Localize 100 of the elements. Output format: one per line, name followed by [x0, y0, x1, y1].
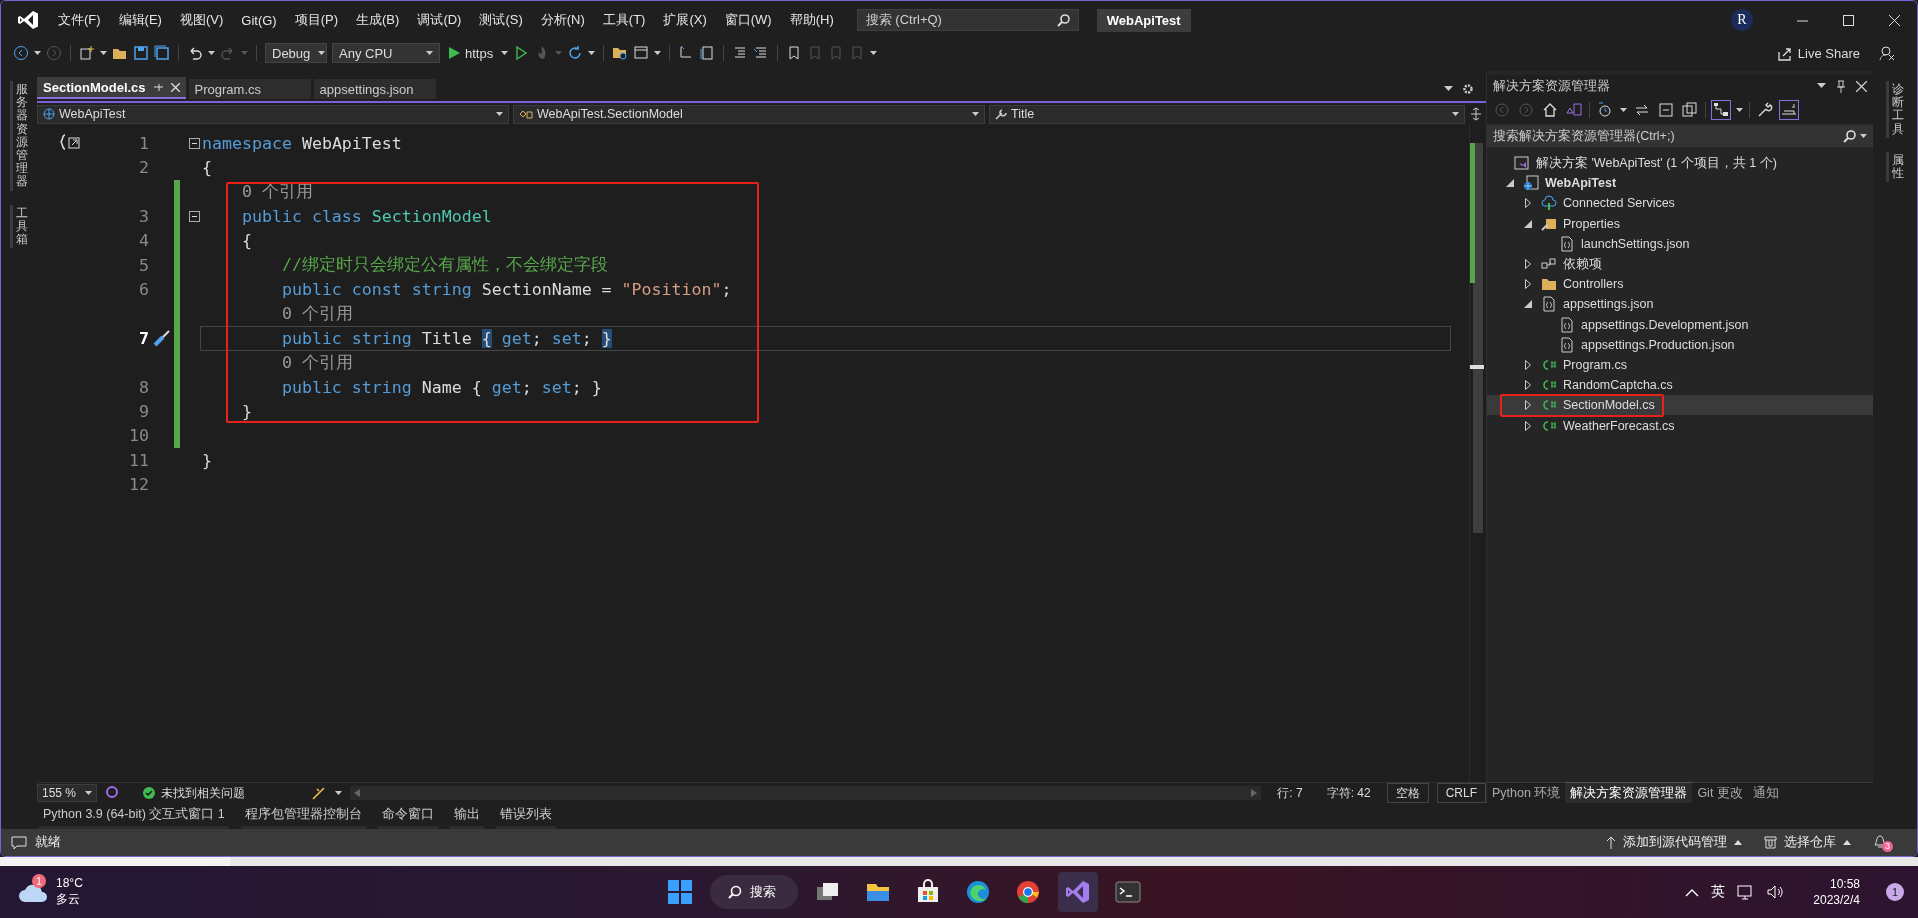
- caret-icon[interactable]: [426, 51, 433, 55]
- menu-item[interactable]: 文件(F): [49, 7, 110, 33]
- document-tab[interactable]: appsettings.json: [313, 79, 436, 99]
- tree-item[interactable]: Controllers: [1487, 274, 1873, 295]
- edge-browser-icon[interactable]: [965, 879, 992, 905]
- menu-item[interactable]: 编辑(E): [109, 7, 171, 33]
- menu-item[interactable]: 窗口(W): [715, 7, 781, 33]
- add-to-source-control-button[interactable]: 添加到源代码管理: [1606, 834, 1742, 851]
- platform-dropdown[interactable]: Any CPU: [332, 43, 440, 63]
- menu-item[interactable]: 工具(T): [593, 7, 655, 33]
- codelens-references[interactable]: 0 个引用: [281, 351, 353, 374]
- collapsed-arrow-icon[interactable]: [1524, 259, 1531, 270]
- pin-icon[interactable]: [1836, 79, 1846, 93]
- issues-status[interactable]: 未找到相关问题: [161, 784, 245, 802]
- menu-item[interactable]: 帮助(H): [780, 7, 843, 33]
- pin-icon[interactable]: [153, 82, 163, 92]
- tree-item[interactable]: 解决方案 'WebApiTest' (1 个项目，共 1 个): [1487, 153, 1873, 174]
- visual-studio-icon[interactable]: [1065, 879, 1092, 905]
- panel-tab[interactable]: 解决方案资源管理器: [1565, 782, 1693, 804]
- notification-count[interactable]: 1: [1886, 883, 1904, 901]
- save-icon[interactable]: [133, 45, 149, 61]
- side-tool-tab[interactable]: 诊断工具: [1886, 81, 1904, 138]
- show-all-files-icon[interactable]: [1681, 101, 1699, 119]
- expanded-arrow-icon[interactable]: [1505, 179, 1514, 188]
- expanded-arrow-icon[interactable]: [1523, 219, 1532, 228]
- member-dropdown[interactable]: Title: [989, 104, 1465, 124]
- taskbar-search[interactable]: 搜索: [710, 875, 799, 909]
- collapsed-arrow-icon[interactable]: [1524, 198, 1531, 209]
- tree-item[interactable]: launchSettings.json: [1487, 233, 1873, 254]
- collapsed-arrow-icon[interactable]: [1524, 359, 1531, 370]
- codelens-references[interactable]: 0 个引用: [241, 180, 313, 203]
- codelens-references[interactable]: 0 个引用: [281, 302, 353, 325]
- menu-item[interactable]: 调试(D): [408, 7, 471, 33]
- menu-item[interactable]: 分析(N): [531, 7, 594, 33]
- zoom-dropdown[interactable]: 155 %: [37, 784, 97, 802]
- close-icon[interactable]: [170, 82, 180, 92]
- dropdown-icon[interactable]: [1817, 83, 1826, 89]
- collapsed-arrow-icon[interactable]: [1524, 400, 1531, 411]
- tree-item[interactable]: appsettings.Production.json: [1487, 334, 1873, 355]
- menu-item[interactable]: 视图(V): [170, 7, 233, 33]
- caret-icon[interactable]: [496, 112, 503, 116]
- tree-item[interactable]: appsettings.Development.json: [1487, 314, 1873, 335]
- menu-item[interactable]: 测试(S): [470, 7, 532, 33]
- configuration-dropdown[interactable]: Debug: [265, 43, 327, 63]
- collapsed-arrow-icon[interactable]: [1524, 279, 1531, 290]
- tree-item[interactable]: Connected Services: [1487, 193, 1873, 214]
- tab-list-icon[interactable]: [1444, 86, 1453, 92]
- side-tool-tab[interactable]: 属性: [1886, 151, 1904, 183]
- caret-icon[interactable]: [335, 791, 342, 795]
- side-tool-tab[interactable]: 服务器资源管理器: [10, 81, 28, 191]
- document-list-icon[interactable]: [699, 45, 716, 61]
- new-item-icon[interactable]: [79, 45, 95, 61]
- caret-icon[interactable]: [1736, 108, 1743, 112]
- panel-tab[interactable]: Git 更改: [1692, 782, 1748, 804]
- home-icon[interactable]: [1541, 101, 1559, 119]
- caret-icon[interactable]: [208, 51, 215, 55]
- collapsed-arrow-icon[interactable]: [1524, 420, 1531, 431]
- document-tab[interactable]: SectionModel.cs: [37, 77, 186, 99]
- back-icon[interactable]: [13, 45, 29, 61]
- volume-icon[interactable]: [1767, 884, 1786, 900]
- close-icon[interactable]: [1856, 80, 1867, 92]
- vertical-scrollbar[interactable]: [1469, 125, 1486, 782]
- properties-icon[interactable]: [1756, 101, 1774, 119]
- search-field[interactable]: 搜索 (Ctrl+Q): [856, 9, 1079, 31]
- bell-icon[interactable]: [1873, 833, 1887, 849]
- line-ending-indicator[interactable]: CRLF: [1436, 783, 1486, 803]
- horizontal-scrollbar[interactable]: [350, 786, 1262, 800]
- document-tab[interactable]: Program.cs: [188, 79, 311, 99]
- collapse-all-icon[interactable]: [1657, 101, 1675, 119]
- type-dropdown[interactable]: WebApiTest.SectionModel: [513, 104, 985, 124]
- expanded-arrow-icon[interactable]: [1523, 300, 1532, 309]
- menu-item[interactable]: 生成(B): [347, 7, 409, 33]
- caret-icon[interactable]: [1452, 112, 1459, 116]
- caret-icon[interactable]: [318, 51, 326, 55]
- caret-icon[interactable]: [870, 51, 878, 55]
- menu-item[interactable]: 项目(P): [285, 7, 348, 33]
- terminal-icon[interactable]: [1115, 879, 1142, 905]
- visual-studio-logo-icon[interactable]: [17, 9, 39, 31]
- search-icon[interactable]: [1843, 129, 1856, 143]
- run-button[interactable]: https: [445, 45, 497, 61]
- caret-icon[interactable]: [501, 51, 509, 55]
- refresh-icon[interactable]: [567, 45, 584, 61]
- weather-widget[interactable]: 1 18°C 多云: [18, 876, 83, 908]
- clock[interactable]: 10:58 2023/2/4: [1813, 875, 1860, 909]
- save-all-icon[interactable]: [154, 45, 170, 61]
- window-layout-icon[interactable]: [633, 45, 650, 61]
- tree-item[interactable]: appsettings.json: [1487, 294, 1873, 315]
- settings-icon[interactable]: [1462, 83, 1474, 95]
- tree-item[interactable]: WebApiTest: [1487, 173, 1873, 194]
- live-share-button[interactable]: Live Share: [1776, 45, 1860, 61]
- caret-icon[interactable]: [1860, 134, 1867, 138]
- feedback-icon[interactable]: [1879, 45, 1895, 61]
- start-icon[interactable]: [667, 879, 694, 905]
- split-icon[interactable]: [1469, 107, 1483, 121]
- caret-icon[interactable]: [654, 51, 662, 55]
- menu-item[interactable]: 扩展(X): [654, 7, 716, 33]
- tree-item[interactable]: 依赖项: [1487, 253, 1873, 275]
- tree-item[interactable]: RandomCaptcha.cs: [1487, 375, 1873, 396]
- caret-icon[interactable]: [100, 51, 107, 55]
- caret-icon[interactable]: [588, 51, 596, 55]
